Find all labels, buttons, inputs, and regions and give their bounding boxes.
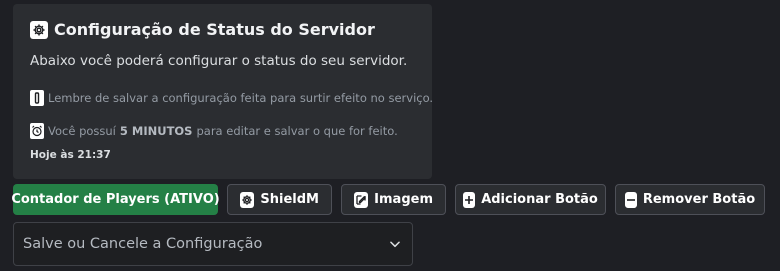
note-time-prefix: Você possuí	[48, 124, 116, 138]
embed-description: Abaixo você poderá configurar o status d…	[30, 53, 408, 69]
image-button[interactable]: Imagem	[341, 184, 446, 215]
player-counter-label: Contador de Players (ATIVO)	[11, 192, 220, 207]
message-area: Configuração de Status do Servidor Abaix…	[0, 0, 780, 271]
note-save-reminder-text: Lembre de salvar a configuração feita pa…	[48, 91, 434, 105]
config-select-menu[interactable]: Salve ou Cancele a Configuração	[13, 222, 413, 266]
plus-icon	[463, 191, 476, 208]
shieldm-button[interactable]: ShieldM	[227, 184, 332, 215]
add-button-button[interactable]: Adicionar Botão	[455, 184, 606, 215]
add-button-label: Adicionar Botão	[481, 192, 598, 207]
chevron-down-icon	[388, 237, 402, 251]
gear-icon	[240, 191, 255, 208]
select-placeholder: Salve ou Cancele a Configuração	[23, 236, 263, 252]
button-row: Contador de Players (ATIVO) ShieldM Imag…	[11, 184, 765, 215]
info-icon	[30, 90, 44, 106]
image-label: Imagem	[374, 192, 433, 207]
note-time-limit: Você possuí 5 MINUTOS para editar e salv…	[30, 123, 398, 139]
note-time-bold: 5 MINUTOS	[119, 124, 193, 138]
embed-card: Configuração de Status do Servidor Abaix…	[13, 4, 433, 179]
embed-title-text: Configuração de Status do Servidor	[54, 20, 375, 39]
note-time-suffix: para editar e salvar o que for feito.	[196, 124, 398, 138]
remove-button-button[interactable]: Remover Botão	[615, 184, 765, 215]
alarm-clock-icon	[30, 123, 44, 139]
embed-title: Configuração de Status do Servidor	[30, 20, 375, 39]
edit-icon	[354, 191, 369, 208]
embed-content: Configuração de Status do Servidor Abaix…	[30, 4, 433, 179]
minus-icon	[624, 191, 637, 208]
remove-button-label: Remover Botão	[642, 192, 756, 207]
note-save-reminder: Lembre de salvar a configuração feita pa…	[30, 90, 433, 106]
embed-timestamp: Hoje às 21:37	[30, 149, 111, 161]
gear-icon	[30, 20, 48, 39]
player-counter-button[interactable]: Contador de Players (ATIVO)	[11, 184, 220, 215]
shieldm-label: ShieldM	[260, 192, 319, 207]
